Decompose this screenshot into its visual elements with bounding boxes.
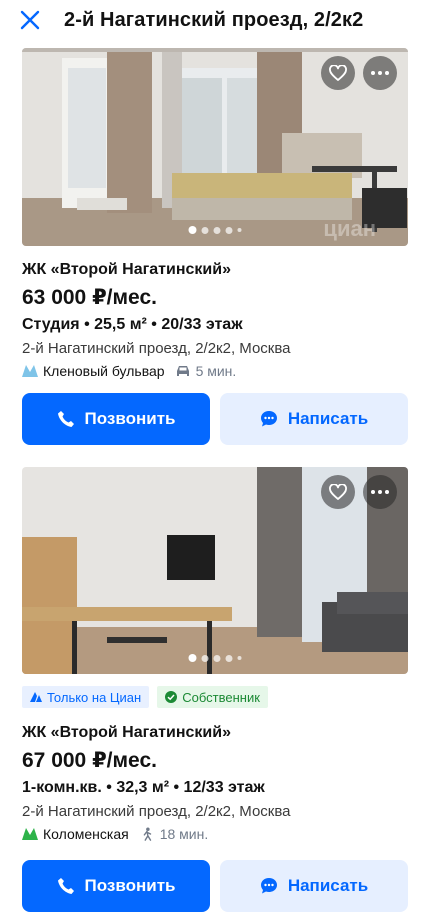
metro-icon xyxy=(22,365,38,377)
favorite-button[interactable] xyxy=(321,475,355,509)
call-button-label: Позвонить xyxy=(84,876,176,895)
cian-exclusive-badge: Только на Циан xyxy=(22,686,150,708)
chat-icon xyxy=(260,411,277,427)
residential-complex[interactable]: ЖК «Второй Нагатинский» xyxy=(22,724,408,742)
badge-label: Только на Циан xyxy=(47,689,142,705)
listing-price: 63 000 ₽/мес. xyxy=(22,286,157,309)
message-button-label: Написать xyxy=(287,409,369,428)
heart-icon xyxy=(329,484,347,500)
listing-card[interactable]: циан ЖК «Второй Нагатинский» 63 000 ₽/ме… xyxy=(0,48,425,445)
listing-params: Студия • 25,5 м² • 20/33 этаж xyxy=(22,316,243,333)
call-button-label: Позвонить xyxy=(84,409,176,428)
metro-icon xyxy=(22,828,38,840)
metro-info: Кленовый бульвар 5 мин. xyxy=(22,363,408,379)
listing-address: 2-й Нагатинский проезд, 2/2к2, Москва xyxy=(22,803,291,820)
more-options-button[interactable] xyxy=(363,475,397,509)
check-icon xyxy=(165,691,178,703)
pagination-dot xyxy=(225,654,233,662)
travel-time: 18 мин. xyxy=(159,826,209,842)
cian-logo-icon xyxy=(30,692,42,702)
pagination-dot xyxy=(225,226,233,234)
listing-address: 2-й Нагатинский проезд, 2/2к2, Москва xyxy=(22,340,291,357)
phone-icon xyxy=(57,878,74,894)
listing-actions: Позвонить Написать xyxy=(22,393,408,445)
residential-complex[interactable]: ЖК «Второй Нагатинский» xyxy=(22,261,408,279)
pagination-dot xyxy=(213,654,221,662)
phone-icon xyxy=(57,411,74,427)
pagination-dot xyxy=(201,654,209,662)
more-icon xyxy=(371,490,389,494)
more-options-button[interactable] xyxy=(363,56,397,90)
pagination-dot xyxy=(188,226,197,234)
pagination-dot xyxy=(213,226,221,234)
car-icon xyxy=(176,366,189,376)
photo-pagination xyxy=(188,226,242,234)
favorite-button[interactable] xyxy=(321,56,355,90)
listing-card[interactable]: Только на Циан Собственник ЖК «Второй На… xyxy=(0,467,425,912)
message-button[interactable]: Написать xyxy=(220,860,408,912)
metro-station: Коломенская xyxy=(43,826,129,842)
page-title: 2-й Нагатинский проезд, 2/2к2 xyxy=(64,8,364,31)
chat-icon xyxy=(260,878,277,894)
listing-params: 1-комн.кв. • 32,3 м² • 12/33 этаж xyxy=(22,779,265,796)
call-button[interactable]: Позвонить xyxy=(22,860,210,912)
badge-label: Собственник xyxy=(182,689,260,705)
message-button[interactable]: Написать xyxy=(220,393,408,445)
message-button-label: Написать xyxy=(287,876,369,895)
listing-actions: Позвонить Написать xyxy=(22,860,408,912)
walk-icon xyxy=(143,827,151,841)
listing-price: 67 000 ₽/мес. xyxy=(22,749,157,772)
pagination-dot xyxy=(237,228,242,232)
metro-info: Коломенская 18 мин. xyxy=(22,826,408,842)
more-icon xyxy=(371,71,389,75)
metro-station: Кленовый бульвар xyxy=(43,363,165,379)
pagination-dot xyxy=(201,226,209,234)
photo-watermark: циан xyxy=(323,216,376,241)
pagination-dot xyxy=(237,656,242,660)
pagination-dot xyxy=(188,654,197,662)
owner-badge: Собственник xyxy=(157,686,268,708)
call-button[interactable]: Позвонить xyxy=(22,393,210,445)
heart-icon xyxy=(329,65,347,81)
travel-time: 5 мин. xyxy=(195,363,237,379)
listing-photo[interactable]: циан xyxy=(22,48,408,246)
listing-photo[interactable] xyxy=(22,467,408,674)
close-icon[interactable] xyxy=(18,8,42,32)
listing-badges: Только на Циан Собственник xyxy=(22,686,408,708)
top-bar: 2-й Нагатинский проезд, 2/2к2 xyxy=(0,0,425,40)
photo-pagination xyxy=(188,654,242,662)
